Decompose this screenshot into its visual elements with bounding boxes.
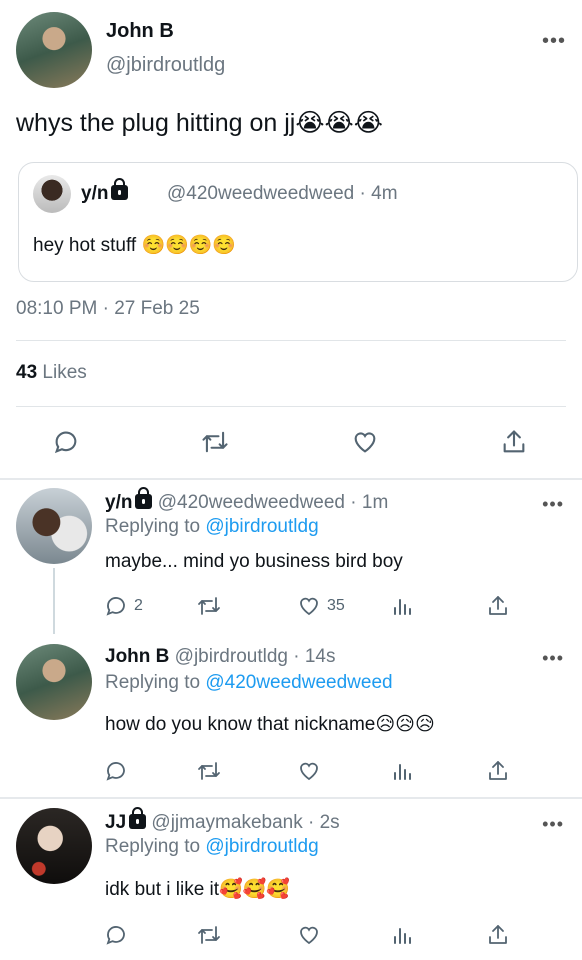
reply-actions: [0, 751, 582, 791]
reply-author-name[interactable]: JJ: [105, 812, 126, 833]
replying-prefix: Replying to: [105, 672, 201, 693]
replying-prefix: Replying to: [105, 516, 201, 537]
likes-count[interactable]: 43 Likes: [16, 362, 87, 384]
views-icon: [394, 764, 411, 780]
reply-icon: [106, 926, 125, 945]
reply-text: idk but i like it🥰🥰🥰: [105, 879, 291, 900]
reply-header: John B @jbirdroutldg · 14s: [105, 646, 335, 668]
like-button[interactable]: [350, 422, 410, 462]
likes-label: Likes: [42, 362, 87, 383]
divider: [0, 797, 582, 799]
tweet-timestamp[interactable]: 08:10 PM · 27 Feb 25: [16, 298, 200, 320]
replying-prefix: Replying to: [105, 836, 201, 857]
replying-to: Replying to @jbirdroutldg: [105, 836, 319, 858]
retweet-button[interactable]: [200, 422, 260, 462]
reply-count: 2: [134, 597, 143, 614]
share-button[interactable]: [500, 422, 560, 462]
reply-actions: [0, 915, 582, 955]
share-button[interactable]: [486, 586, 546, 626]
reply-text: maybe... mind yo business bird boy: [105, 551, 403, 572]
quoted-author: y/n: [81, 178, 129, 205]
reply-author-name[interactable]: John B: [105, 646, 169, 667]
views-button[interactable]: [392, 586, 452, 626]
replying-to: Replying to @jbirdroutldg: [105, 516, 319, 538]
reply-button[interactable]: [104, 751, 164, 791]
reply-handle-time[interactable]: @jbirdroutldg · 14s: [175, 646, 336, 667]
share-icon: [489, 596, 507, 615]
divider: [16, 406, 566, 407]
share-button[interactable]: [486, 915, 546, 955]
more-icon[interactable]: •••: [542, 814, 564, 835]
retweet-icon: [198, 926, 220, 944]
replying-to: Replying to @420weedweedweed: [105, 672, 393, 694]
avatar: [33, 175, 71, 213]
reply-handle-time[interactable]: @jjmaymakebank · 2s: [151, 812, 339, 833]
views-icon: [394, 928, 411, 944]
more-icon[interactable]: •••: [542, 30, 566, 53]
tweet-text: whys the plug hitting on jj😭😭😭: [16, 109, 383, 137]
retweet-icon: [198, 762, 220, 780]
retweet-button[interactable]: [196, 915, 256, 955]
like-button[interactable]: [297, 751, 357, 791]
like-icon: [300, 926, 318, 945]
share-icon: [503, 430, 525, 453]
replying-to-link[interactable]: @jbirdroutldg: [205, 836, 318, 857]
lock-icon: [135, 487, 153, 509]
share-icon: [489, 761, 507, 780]
retweet-icon: [202, 431, 228, 453]
reply-text: how do you know that nickname😥😥😥: [105, 714, 435, 735]
reply-icon: [106, 597, 125, 616]
reply-button[interactable]: [52, 422, 112, 462]
like-icon: [300, 762, 318, 781]
like-icon: [354, 432, 376, 453]
reply-author-name[interactable]: y/n: [105, 492, 132, 513]
quoted-text: hey hot stuff ☺️☺️☺️☺️: [33, 235, 237, 256]
like-icon: [300, 597, 318, 616]
avatar[interactable]: [16, 488, 92, 564]
lock-icon: [129, 807, 147, 829]
share-button[interactable]: [486, 751, 546, 791]
retweet-icon: [198, 597, 220, 615]
more-icon[interactable]: •••: [542, 648, 564, 669]
main-tweet-header: John B @jbirdroutldg •••: [16, 12, 566, 92]
author-name[interactable]: John B: [106, 20, 174, 43]
views-button[interactable]: [392, 915, 452, 955]
reply-button[interactable]: 2: [104, 586, 164, 626]
likes-number: 43: [16, 362, 38, 383]
views-icon: [394, 599, 411, 615]
lock-icon: [111, 178, 129, 200]
like-button[interactable]: [297, 915, 357, 955]
retweet-button[interactable]: [196, 751, 256, 791]
like-button[interactable]: 35: [297, 586, 367, 626]
reply-header: y/n @420weedweedweed · 1m: [105, 487, 389, 514]
avatar[interactable]: [16, 644, 92, 720]
quoted-tweet[interactable]: y/n @420weedweedweed · 4m hey hot stuff …: [18, 162, 578, 282]
reply-button[interactable]: [104, 915, 164, 955]
avatar[interactable]: [16, 808, 92, 884]
author-handle[interactable]: @jbirdroutldg: [106, 54, 225, 77]
reply-icon: [106, 762, 125, 781]
divider: [16, 340, 566, 341]
main-tweet-actions: [0, 422, 582, 462]
replying-to-link[interactable]: @420weedweedweed: [205, 672, 392, 693]
avatar[interactable]: [16, 12, 92, 88]
reply-header: JJ @jjmaymakebank · 2s: [105, 807, 340, 834]
more-icon[interactable]: •••: [542, 494, 564, 515]
share-icon: [489, 925, 507, 944]
quoted-handle-time: @420weedweedweed · 4m: [167, 183, 398, 204]
reply-actions: 2 35: [0, 586, 582, 626]
replying-to-link[interactable]: @jbirdroutldg: [205, 516, 318, 537]
like-count: 35: [327, 597, 345, 614]
quoted-author-name: y/n: [81, 183, 109, 204]
views-button[interactable]: [392, 751, 452, 791]
divider: [0, 478, 582, 480]
retweet-button[interactable]: [196, 586, 256, 626]
reply-handle-time[interactable]: @420weedweedweed · 1m: [158, 492, 389, 513]
reply-icon: [54, 431, 77, 454]
